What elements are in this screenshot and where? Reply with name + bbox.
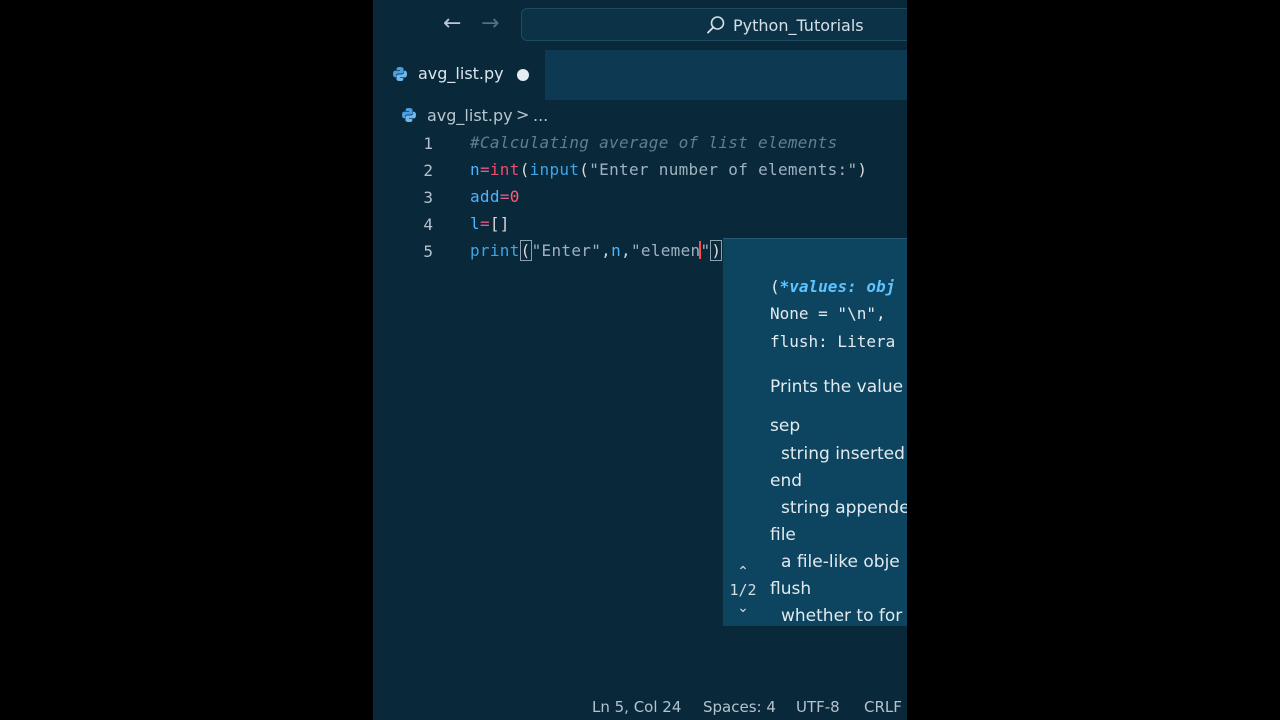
param-name: sep [770,416,801,436]
punctuation-token: ) [857,160,868,179]
forward-arrow-icon[interactable]: → [481,12,499,36]
string-token: "Enter" [531,241,602,260]
tab-label: avg_list.py [418,64,504,83]
signature-line: (*values: obj [770,277,895,296]
breadcrumb-file[interactable]: avg_list.py [427,106,513,125]
code-text: l=[] [470,214,510,233]
bracket-match: ) [710,240,723,261]
line-number: 2 [423,161,433,180]
code-line: 4 l=[] [373,211,907,238]
string-token: "Enter number of elements:" [589,160,858,179]
variable-token: n [611,241,622,260]
signature-description: Prints the value [770,377,904,397]
chevron-up-icon[interactable]: ⌃ [727,565,759,579]
code-line: 3 add=0 [373,184,907,211]
punctuation-token: ( [579,160,590,179]
breadcrumb: avg_list.py > ... [373,100,907,132]
number-token: 0 [509,187,520,206]
overload-navigator: ⌃ 1/2 ⌄ [727,565,759,615]
param-desc: string appende [781,498,907,518]
param-desc: whether to for [781,606,903,626]
code-line: 1 #Calculating average of list elements [373,130,907,157]
unsaved-dot-icon[interactable] [517,69,529,81]
code-text: n=int(input("Enter number of elements:") [470,160,867,179]
signature-paren: ( [770,277,780,296]
comment-token: #Calculating average of list elements [470,133,838,152]
punctuation-token: [] [489,214,510,233]
command-center-search[interactable]: Python_Tutorials [521,8,907,41]
punctuation-token: ( [519,160,530,179]
string-token: " [700,241,711,260]
tab-avg-list[interactable]: avg_list.py [373,50,545,100]
string-token: "elemen [630,241,701,260]
variable-token: n [470,160,480,179]
file-encoding[interactable]: UTF-8 [796,698,840,716]
overload-count: 1/2 [729,581,757,599]
operator-token: = [499,187,510,206]
line-number: 4 [423,215,433,234]
line-ending[interactable]: CRLF [864,698,902,716]
param-name: file [770,525,796,545]
param-desc: a file-like obje [781,552,900,572]
line-number: 1 [423,134,433,153]
breadcrumb-symbols[interactable]: ... [533,106,548,125]
tab-bar: avg_list.py [373,50,907,100]
signature-help-popup[interactable]: (*values: obj None = "\n", flush: Litera… [723,238,907,626]
chevron-down-icon[interactable]: ⌄ [727,601,759,615]
vscode-window: ← → Python_Tutorials avg_list.py avg_lis [373,0,907,720]
code-line: 2 n=int(input("Enter number of elements:… [373,157,907,184]
python-file-icon [402,108,416,122]
workspace-name: Python_Tutorials [733,16,864,35]
param-name: end [770,471,803,491]
code-text: #Calculating average of list elements [470,133,838,152]
code-text: print("Enter",n,"elemen") [470,240,723,261]
line-number: 3 [423,188,433,207]
title-bar: ← → Python_Tutorials [373,0,907,50]
back-arrow-icon[interactable]: ← [443,12,461,36]
bracket-match: ( [519,240,532,261]
builtin-token: input [529,160,580,179]
param-desc: string inserted [781,444,905,464]
active-parameter: *values: obj [779,277,896,296]
signature-line: flush: Litera [770,332,896,351]
signature-line: None = "\n", [770,304,886,323]
line-number: 5 [423,242,433,261]
operator-token: = [479,214,490,233]
search-icon [707,16,725,34]
operator-token: = [479,160,490,179]
variable-token: add [470,187,500,206]
chevron-right-icon: > [516,105,530,124]
param-name: flush [770,579,812,599]
python-file-icon [393,67,407,81]
function-token: print [470,241,520,260]
variable-token: l [470,214,480,233]
punctuation-token: , [601,241,612,260]
code-text: add=0 [470,187,520,206]
function-token: int [489,160,520,179]
cursor-position[interactable]: Ln 5, Col 24 [592,698,681,716]
status-bar: Ln 5, Col 24 Spaces: 4 UTF-8 CRLF [373,690,907,720]
punctuation-token: , [621,241,631,260]
tab-bar-empty-area [545,50,907,100]
indentation-setting[interactable]: Spaces: 4 [703,698,776,716]
